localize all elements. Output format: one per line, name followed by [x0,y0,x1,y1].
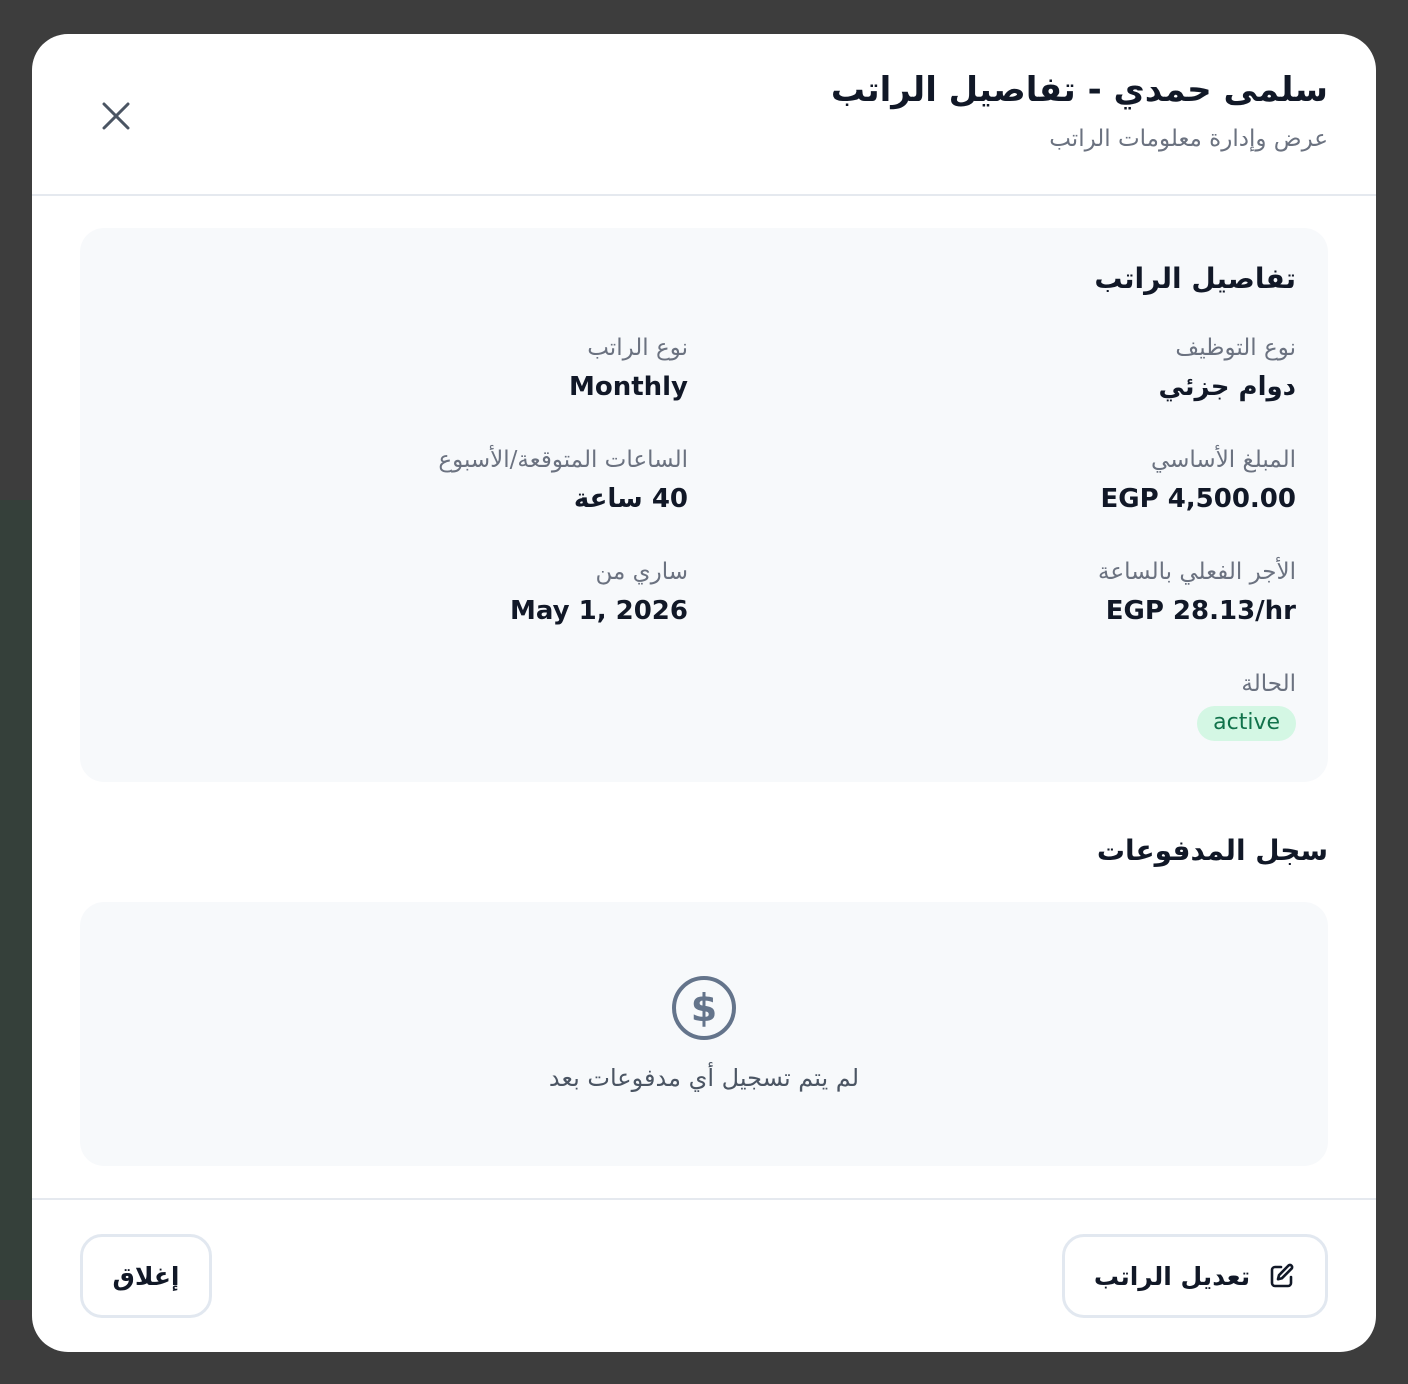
close-icon [102,102,130,130]
base-amount-label: المبلغ الأساسي [1150,447,1296,473]
effective-from-field: ساري من May 1, 2026 [510,556,688,628]
employment-type-label: نوع التوظيف [1175,335,1296,361]
close-modal-button[interactable]: إغلاق [80,1234,212,1318]
payments-heading: سجل المدفوعات [1096,834,1328,867]
status-label: الحالة [1241,671,1296,697]
payments-empty-state: $ لم يتم تسجيل أي مدفوعات بعد [80,902,1328,1166]
effective-from-label: ساري من [595,559,688,585]
close-button[interactable] [98,98,134,134]
svg-text:$: $ [691,986,717,1030]
effective-hourly-label: الأجر الفعلي بالساعة [1098,559,1296,585]
edit-icon [1268,1262,1296,1290]
employment-type-field: نوع التوظيف دوام جزئي [1158,332,1296,404]
modal-title: سلمى حمدي - تفاصيل الراتب [830,70,1328,110]
salary-details-modal: سلمى حمدي - تفاصيل الراتب عرض وإدارة معل… [32,34,1376,1352]
base-amount-field: المبلغ الأساسي EGP 4,500.00 [1100,444,1296,516]
dollar-circle-icon: $ [672,976,736,1040]
edit-salary-label: تعديل الراتب [1093,1261,1251,1291]
effective-hourly-value: EGP 28.13/hr [1105,596,1296,626]
modal-footer: إغلاق تعديل الراتب [32,1198,1376,1352]
expected-hours-value: 40 ساعة [573,484,688,514]
modal-subtitle: عرض وإدارة معلومات الراتب [1049,126,1328,152]
salary-type-label: نوع الراتب [587,335,688,361]
payments-empty-text: لم يتم تسجيل أي مدفوعات بعد [548,1064,860,1092]
expected-hours-field: الساعات المتوقعة/الأسبوع 40 ساعة [438,444,688,516]
status-field: الحالة active [1197,668,1296,741]
effective-hourly-field: الأجر الفعلي بالساعة EGP 28.13/hr [1098,556,1296,628]
edit-salary-button[interactable]: تعديل الراتب [1062,1234,1328,1318]
status-badge: active [1197,706,1296,741]
backdrop [0,500,34,1300]
effective-from-value: May 1, 2026 [509,596,688,626]
employment-type-value: دوام جزئي [1158,372,1296,402]
expected-hours-label: الساعات المتوقعة/الأسبوع [438,447,688,473]
salary-details-heading: تفاصيل الراتب [1094,262,1296,295]
close-modal-label: إغلاق [112,1261,180,1291]
base-amount-value: EGP 4,500.00 [1100,484,1296,514]
salary-details-card: تفاصيل الراتب نوع التوظيف دوام جزئي نوع … [80,228,1328,782]
modal-header: سلمى حمدي - تفاصيل الراتب عرض وإدارة معل… [32,34,1376,196]
salary-type-value: Monthly [568,372,688,402]
salary-type-field: نوع الراتب Monthly [569,332,688,404]
